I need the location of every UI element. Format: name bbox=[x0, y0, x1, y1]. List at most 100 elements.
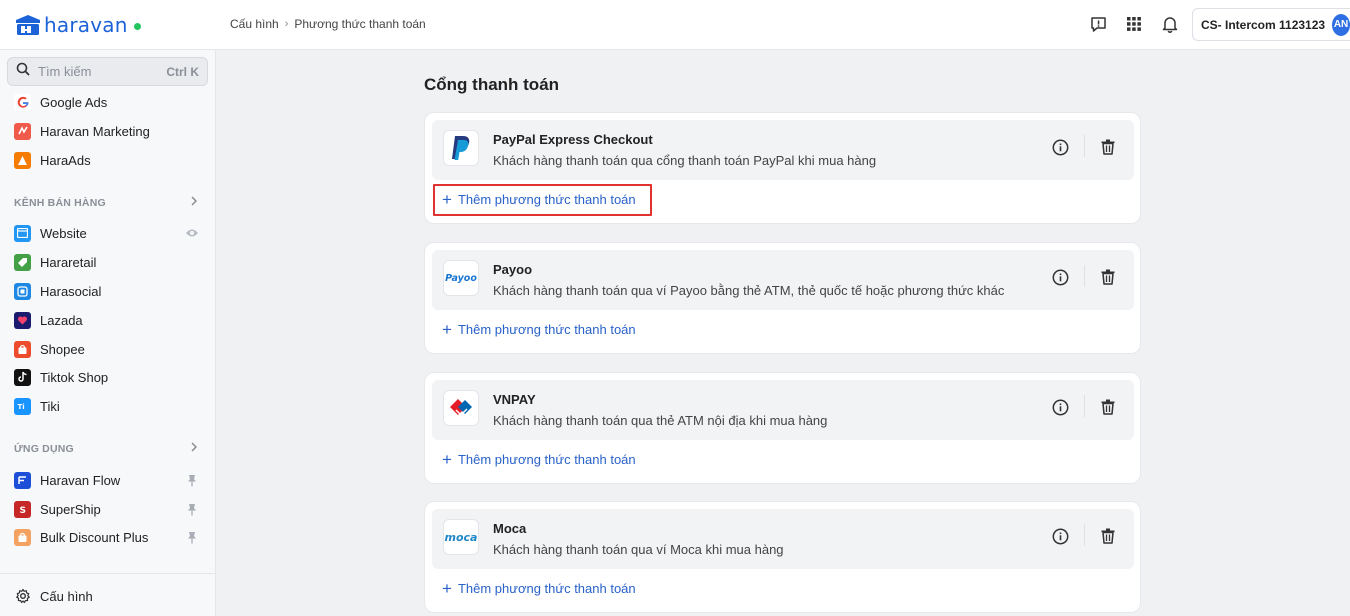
trash-icon[interactable] bbox=[1097, 525, 1119, 547]
feedback-icon[interactable] bbox=[1088, 14, 1108, 34]
action-divider bbox=[1084, 395, 1085, 417]
trash-icon[interactable] bbox=[1097, 266, 1119, 288]
plus-icon: + bbox=[442, 320, 452, 339]
chevron-right-icon bbox=[189, 194, 199, 212]
sidebar: Tìm kiếm Ctrl K Google Ads Haravan Marke… bbox=[0, 50, 216, 616]
supership-icon: S bbox=[14, 500, 31, 518]
plus-icon: + bbox=[442, 450, 452, 469]
sidebar-item-shopee[interactable]: Shopee bbox=[14, 339, 199, 359]
info-icon[interactable] bbox=[1049, 396, 1071, 418]
payment-gateway-card: Payoo Payoo Khách hàng thanh toán qua ví… bbox=[424, 242, 1141, 354]
info-icon[interactable] bbox=[1049, 266, 1071, 288]
add-payment-method-link[interactable]: + Thêm phương thức thanh toán bbox=[442, 321, 636, 338]
paypal-logo bbox=[443, 130, 479, 166]
info-icon[interactable] bbox=[1049, 525, 1071, 547]
add-payment-method-label: Thêm phương thức thanh toán bbox=[457, 581, 636, 596]
sidebar-item-website[interactable]: Website bbox=[14, 223, 199, 243]
apps-grid-icon[interactable] bbox=[1124, 14, 1144, 34]
online-status-dot bbox=[133, 22, 141, 30]
section-label: ỨNG DỤNG bbox=[14, 443, 74, 455]
sidebar-item-tiktok-shop[interactable]: Tiktok Shop bbox=[14, 367, 199, 387]
pin-icon[interactable] bbox=[185, 530, 199, 544]
pin-icon[interactable] bbox=[185, 473, 199, 487]
gateway-description: Khách hàng thanh toán qua ví Moca khi mu… bbox=[493, 542, 784, 557]
sidebar-item-haraads[interactable]: HaraAds bbox=[14, 150, 199, 170]
account-switcher[interactable]: CS- Intercom 1123123 AN bbox=[1192, 8, 1350, 41]
gear-icon bbox=[14, 588, 31, 605]
eye-icon[interactable] bbox=[185, 226, 199, 240]
sidebar-item-haravan-flow[interactable]: Haravan Flow bbox=[14, 470, 199, 490]
sidebar-item-settings[interactable]: Cấu hình bbox=[14, 586, 199, 606]
add-payment-method-link[interactable]: + Thêm phương thức thanh toán bbox=[442, 580, 636, 597]
action-divider bbox=[1084, 135, 1085, 157]
sidebar-item-lazada[interactable]: Lazada bbox=[14, 310, 199, 330]
haravan-logo[interactable]: haravan bbox=[14, 12, 141, 38]
add-payment-method-label: Thêm phương thức thanh toán bbox=[457, 322, 636, 337]
breadcrumb: Cấu hình › Phương thức thanh toán bbox=[230, 17, 426, 31]
sidebar-item-hararetail[interactable]: Hararetail bbox=[14, 252, 199, 272]
sidebar-item-label: Haravan Marketing bbox=[40, 123, 150, 139]
payoo-logo-text: Payoo bbox=[445, 272, 477, 284]
plus-icon: + bbox=[442, 579, 452, 598]
payment-gateway-card: PayPal Express Checkout Khách hàng thanh… bbox=[424, 112, 1141, 224]
add-payment-method-link[interactable]: + Thêm phương thức thanh toán bbox=[442, 191, 636, 208]
breadcrumb-parent[interactable]: Cấu hình bbox=[230, 17, 279, 31]
haraads-icon bbox=[14, 151, 31, 169]
sidebar-item-google-ads[interactable]: Google Ads bbox=[14, 92, 199, 112]
sidebar-item-haravan-marketing[interactable]: Haravan Marketing bbox=[14, 121, 199, 141]
add-payment-method-link[interactable]: + Thêm phương thức thanh toán bbox=[442, 451, 636, 468]
search-icon bbox=[16, 62, 30, 81]
top-bar: haravan Cấu hình › Phương thức thanh toá… bbox=[0, 0, 1350, 50]
sidebar-item-label: Lazada bbox=[40, 312, 83, 328]
harasocial-icon bbox=[14, 282, 31, 300]
sidebar-item-label: Cấu hình bbox=[40, 588, 93, 604]
haravan-flow-icon bbox=[14, 471, 31, 489]
gateway-name: PayPal Express Checkout bbox=[493, 132, 653, 147]
sidebar-item-bulk-discount-plus[interactable]: Bulk Discount Plus bbox=[14, 527, 199, 547]
action-divider bbox=[1084, 524, 1085, 546]
notification-bell-icon[interactable] bbox=[1160, 14, 1180, 34]
gateway-row: PayPal Express Checkout Khách hàng thanh… bbox=[432, 120, 1134, 180]
trash-icon[interactable] bbox=[1097, 396, 1119, 418]
add-payment-method-label: Thêm phương thức thanh toán bbox=[457, 452, 636, 467]
vnpay-logo bbox=[443, 390, 479, 426]
sidebar-item-label: HaraAds bbox=[40, 152, 91, 168]
sidebar-item-label: Hararetail bbox=[40, 254, 97, 270]
tiktok-icon bbox=[14, 368, 31, 386]
trash-icon[interactable] bbox=[1097, 136, 1119, 158]
gateway-name: VNPAY bbox=[493, 392, 536, 407]
sidebar-item-label: Website bbox=[40, 225, 87, 241]
page-title: Cổng thanh toán bbox=[424, 75, 560, 94]
brand-name: haravan bbox=[44, 13, 128, 37]
shopee-icon bbox=[14, 340, 31, 358]
gateway-description: Khách hàng thanh toán qua cổng thanh toá… bbox=[493, 153, 877, 168]
search-input[interactable]: Tìm kiếm Ctrl K bbox=[7, 57, 208, 86]
gateway-row: Payoo Payoo Khách hàng thanh toán qua ví… bbox=[432, 250, 1134, 310]
sidebar-divider bbox=[0, 573, 215, 574]
moca-logo-text: moca bbox=[444, 530, 478, 544]
payment-gateway-card: moca Moca Khách hàng thanh toán qua ví M… bbox=[424, 501, 1141, 613]
hararetail-icon bbox=[14, 253, 31, 271]
section-sales-channels[interactable]: KÊNH BÁN HÀNG bbox=[14, 196, 199, 210]
moca-logo: moca bbox=[443, 519, 479, 555]
sidebar-item-label: Bulk Discount Plus bbox=[40, 529, 149, 545]
sidebar-item-supership[interactable]: S SuperShip bbox=[14, 499, 199, 519]
sidebar-item-harasocial[interactable]: Harasocial bbox=[14, 281, 199, 301]
payment-gateway-card: VNPAY Khách hàng thanh toán qua thẻ ATM … bbox=[424, 372, 1141, 484]
haravan-marketing-icon bbox=[14, 122, 31, 140]
google-ads-icon bbox=[14, 93, 31, 111]
info-icon[interactable] bbox=[1049, 136, 1071, 158]
sidebar-item-label: Tiki bbox=[40, 398, 60, 414]
section-apps[interactable]: ỨNG DỤNG bbox=[14, 442, 199, 456]
avatar: AN bbox=[1332, 13, 1350, 36]
pin-icon[interactable] bbox=[185, 502, 199, 516]
search-shortcut: Ctrl K bbox=[166, 64, 199, 79]
account-name: CS- Intercom 1123123 bbox=[1201, 17, 1326, 32]
sidebar-item-label: Shopee bbox=[40, 341, 85, 357]
svg-text:S: S bbox=[19, 506, 25, 515]
sidebar-item-label: Haravan Flow bbox=[40, 472, 121, 488]
sidebar-item-tiki[interactable]: Ti Tiki bbox=[14, 396, 199, 416]
gateway-name: Moca bbox=[493, 521, 527, 536]
breadcrumb-separator: › bbox=[284, 18, 289, 30]
gateway-description: Khách hàng thanh toán qua ví Payoo bằng … bbox=[493, 283, 1005, 298]
